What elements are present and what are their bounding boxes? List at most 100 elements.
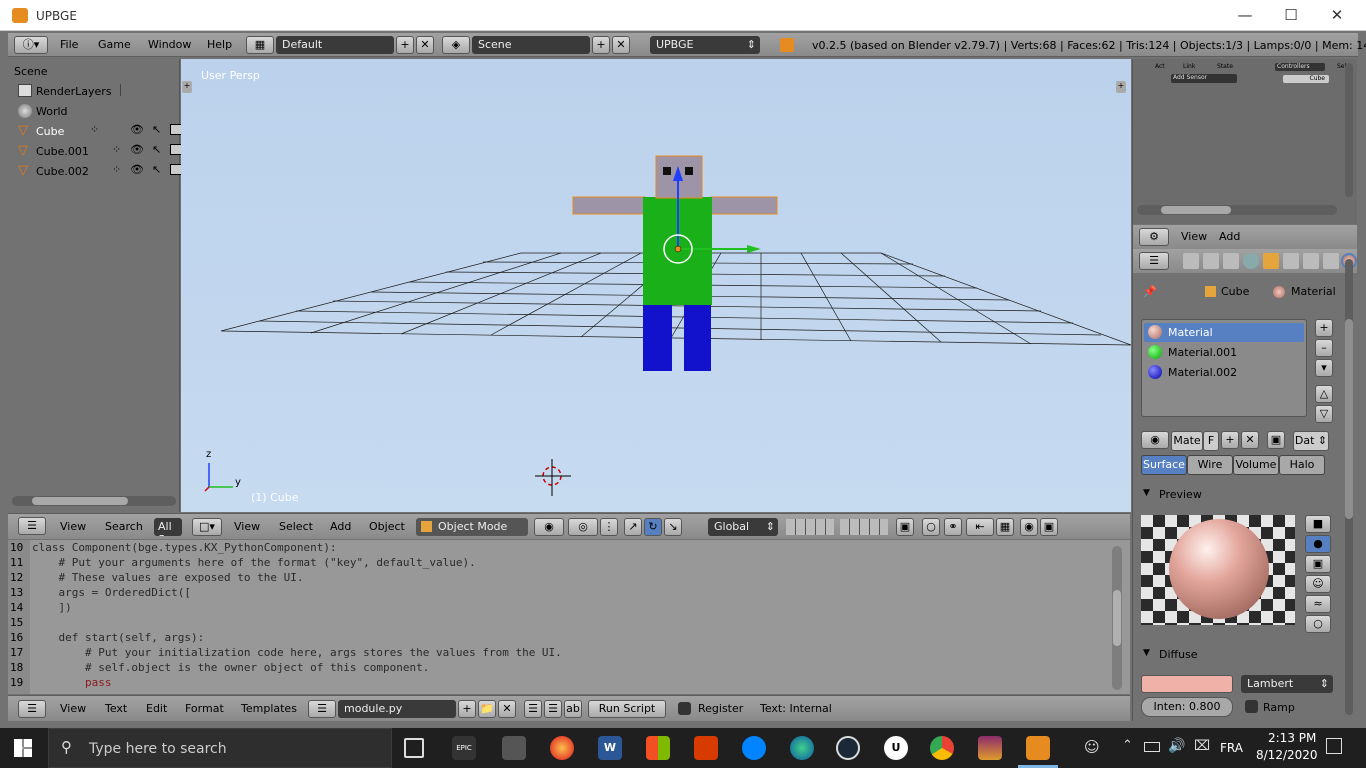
- 3d-view-editor-icon[interactable]: □▾: [192, 518, 222, 536]
- open-text-button[interactable]: 📁: [478, 700, 496, 718]
- clock-time[interactable]: 2:13 PM: [1268, 731, 1316, 745]
- cursor-icon[interactable]: ↖: [152, 143, 161, 156]
- run-script-button[interactable]: Run Script: [588, 700, 666, 718]
- preview-sphere-button[interactable]: ●: [1305, 535, 1331, 553]
- material-slot[interactable]: Material.001: [1144, 343, 1304, 362]
- word-wrap-toggle[interactable]: ☰: [544, 700, 562, 718]
- info-editor-icon[interactable]: ⓘ▾: [14, 36, 48, 54]
- scrollbar-thumb[interactable]: [1161, 206, 1231, 214]
- upbge-taskbar-icon[interactable]: [1026, 736, 1050, 760]
- eye-icon[interactable]: 👁: [130, 163, 144, 176]
- scrollbar-thumb[interactable]: [1113, 590, 1121, 646]
- eye-icon[interactable]: 👁: [130, 123, 144, 136]
- logic-menu-add[interactable]: Add: [1219, 230, 1240, 243]
- scene-remove-button[interactable]: ✕: [612, 36, 630, 54]
- minimize-button[interactable]: —: [1222, 0, 1268, 31]
- viewport-menu-object[interactable]: Object: [369, 520, 405, 533]
- tab-halo[interactable]: Halo: [1279, 455, 1325, 475]
- viewport-menu-select[interactable]: Select: [279, 520, 313, 533]
- scale-manipulator-button[interactable]: ↘: [664, 518, 682, 536]
- constraints-tab-icon[interactable]: [1283, 253, 1299, 269]
- line-numbers-toggle[interactable]: ☰: [524, 700, 542, 718]
- steam-icon[interactable]: [836, 736, 860, 760]
- render-tab-icon[interactable]: [1183, 253, 1199, 269]
- transform-orientation-select[interactable]: Global ⇕: [708, 518, 778, 536]
- layer-buttons-1[interactable]: [786, 519, 834, 535]
- show-hidden-icons-chevron-icon[interactable]: ⌃: [1122, 738, 1133, 753]
- menu-file[interactable]: File: [60, 38, 78, 51]
- data-tab-icon[interactable]: [1323, 253, 1339, 269]
- text-menu-format[interactable]: Format: [185, 702, 224, 715]
- viewport-menu-add[interactable]: Add: [330, 520, 351, 533]
- new-text-button[interactable]: +: [458, 700, 476, 718]
- wifi-icon[interactable]: ⌧: [1194, 738, 1210, 754]
- firefox-icon[interactable]: [550, 736, 574, 760]
- move-slot-up-button[interactable]: △: [1315, 385, 1333, 403]
- preview-cube-button[interactable]: ▣: [1305, 555, 1331, 573]
- code-line[interactable]: # Put your initialization code here, arg…: [32, 646, 562, 659]
- layers-tab-icon[interactable]: [1203, 253, 1219, 269]
- diffuse-shader-select[interactable]: Lambert ⇕: [1241, 675, 1333, 693]
- outliner-scrollbar[interactable]: [12, 496, 176, 506]
- modifiers-tab-icon[interactable]: [1303, 253, 1319, 269]
- notifications-icon[interactable]: [1326, 738, 1342, 754]
- material-browse-button[interactable]: ◉: [1141, 431, 1169, 449]
- move-slot-down-button[interactable]: ▽: [1315, 405, 1333, 423]
- scene-icon[interactable]: ◈: [442, 36, 470, 54]
- snap-target-button[interactable]: ▦: [996, 518, 1014, 536]
- 3d-viewport[interactable]: User Persp (1) Cube z y + +: [181, 59, 1131, 512]
- messenger-icon[interactable]: [742, 736, 766, 760]
- layout-remove-button[interactable]: ✕: [416, 36, 434, 54]
- code-line[interactable]: def start(self, args):: [32, 631, 204, 644]
- outliner-item-cube-002[interactable]: ▽ Cube.002 ⁘ 👁 ↖: [14, 161, 182, 181]
- pivot-point-button[interactable]: ◎: [568, 518, 598, 536]
- preview-panel-header[interactable]: ▼ Preview: [1137, 485, 1337, 505]
- cursor-icon[interactable]: ↖: [152, 123, 161, 136]
- tab-surface[interactable]: Surface: [1141, 455, 1187, 475]
- word-icon[interactable]: W: [598, 736, 622, 760]
- text-menu-text[interactable]: Text: [105, 702, 127, 715]
- scene-tab-icon[interactable]: [1223, 253, 1239, 269]
- unreal-icon[interactable]: U: [884, 736, 908, 760]
- layout-field[interactable]: Default: [276, 36, 394, 54]
- logic-horizontal-scrollbar[interactable]: [1137, 205, 1337, 215]
- remove-material-slot-button[interactable]: –: [1315, 339, 1333, 357]
- start-button[interactable]: [14, 739, 32, 757]
- epic-games-icon[interactable]: EPIC: [452, 736, 476, 760]
- outliner-item-scene[interactable]: Scene: [10, 61, 176, 81]
- material-slot-list[interactable]: Material Material.001 Material.002: [1141, 319, 1307, 417]
- winrar-icon[interactable]: [978, 736, 1002, 760]
- preview-flat-button[interactable]: ■: [1305, 515, 1331, 533]
- material-name-field[interactable]: Mate: [1171, 431, 1203, 451]
- battery-icon[interactable]: [1144, 742, 1160, 752]
- diffuse-panel-header[interactable]: ▼ Diffuse: [1137, 645, 1337, 665]
- properties-editor-icon[interactable]: ☰: [1139, 252, 1169, 270]
- cursor-icon[interactable]: ↖: [152, 163, 161, 176]
- new-material-button[interactable]: +: [1221, 431, 1239, 449]
- outliner-display-mode[interactable]: All S: [154, 518, 182, 536]
- world-tab-icon[interactable]: [1243, 253, 1259, 269]
- close-button[interactable]: ✕: [1314, 0, 1360, 31]
- eye-icon[interactable]: 👁: [130, 143, 144, 156]
- code-line[interactable]: # These values are exposed to the UI.: [32, 571, 303, 584]
- logic-editor[interactable]: Act Link State Add Sensor Controllers Se…: [1133, 59, 1357, 224]
- text-menu-edit[interactable]: Edit: [146, 702, 167, 715]
- layout-icon[interactable]: ▦: [246, 36, 274, 54]
- scrollbar-thumb[interactable]: [1345, 319, 1353, 519]
- preview-hair-button[interactable]: ≈: [1305, 595, 1331, 613]
- fake-user-button[interactable]: F: [1203, 431, 1219, 451]
- ramp-checkbox[interactable]: [1245, 700, 1258, 713]
- code-line[interactable]: class Component(bge.types.KX_PythonCompo…: [32, 541, 337, 554]
- translate-manipulator-button[interactable]: ↗: [624, 518, 642, 536]
- register-checkbox[interactable]: [678, 702, 691, 715]
- preview-monkey-button[interactable]: ☺: [1305, 575, 1331, 593]
- clock-date[interactable]: 8/12/2020: [1256, 748, 1318, 762]
- volume-icon[interactable]: 🔊: [1168, 738, 1185, 754]
- snap-toggle[interactable]: ⚭: [944, 518, 962, 536]
- link-data-select[interactable]: Dat ⇕: [1293, 431, 1329, 451]
- render-opengl-button[interactable]: ◉: [1020, 518, 1038, 536]
- tab-volume[interactable]: Volume: [1233, 455, 1279, 475]
- viewport-shading-button[interactable]: ◉: [534, 518, 564, 536]
- taskbar-search-box[interactable]: ⚲ Type here to search: [48, 728, 392, 768]
- scene-add-button[interactable]: +: [592, 36, 610, 54]
